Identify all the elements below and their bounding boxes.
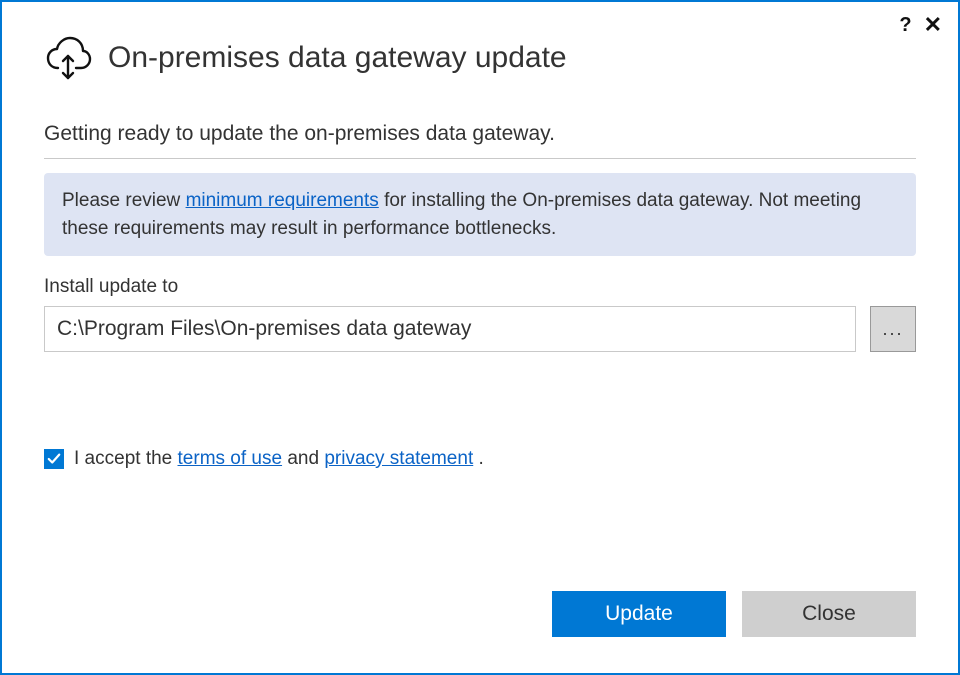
accept-middle: and <box>282 448 324 469</box>
install-path-label: Install update to <box>44 276 916 298</box>
titlebar-controls: ? ✕ <box>899 14 942 36</box>
accept-terms-row: I accept the terms of use and privacy st… <box>44 448 916 470</box>
help-icon[interactable]: ? <box>899 15 911 35</box>
close-button[interactable]: Close <box>742 591 916 637</box>
update-button[interactable]: Update <box>552 591 726 637</box>
terms-of-use-link[interactable]: terms of use <box>178 448 283 469</box>
dialog-window: ? ✕ On-premises data gateway update Gett… <box>0 0 960 675</box>
accept-text: I accept the terms of use and privacy st… <box>74 448 484 470</box>
subtitle: Getting ready to update the on-premises … <box>44 122 916 146</box>
dialog-buttons: Update Close <box>552 591 916 637</box>
browse-button[interactable]: ... <box>870 306 916 352</box>
privacy-statement-link[interactable]: privacy statement <box>324 448 473 469</box>
minimum-requirements-link[interactable]: minimum requirements <box>186 190 379 211</box>
divider <box>44 158 916 159</box>
accept-suffix: . <box>473 448 484 469</box>
cloud-upload-icon <box>44 34 92 82</box>
info-prefix: Please review <box>62 190 186 211</box>
close-icon[interactable]: ✕ <box>924 14 942 36</box>
install-path-input[interactable] <box>44 306 856 352</box>
header: On-premises data gateway update <box>44 34 916 82</box>
install-path-row: ... <box>44 306 916 352</box>
page-title: On-premises data gateway update <box>108 41 567 75</box>
accept-checkbox[interactable] <box>44 449 64 469</box>
requirements-info: Please review minimum requirements for i… <box>44 173 916 256</box>
accept-prefix: I accept the <box>74 448 178 469</box>
